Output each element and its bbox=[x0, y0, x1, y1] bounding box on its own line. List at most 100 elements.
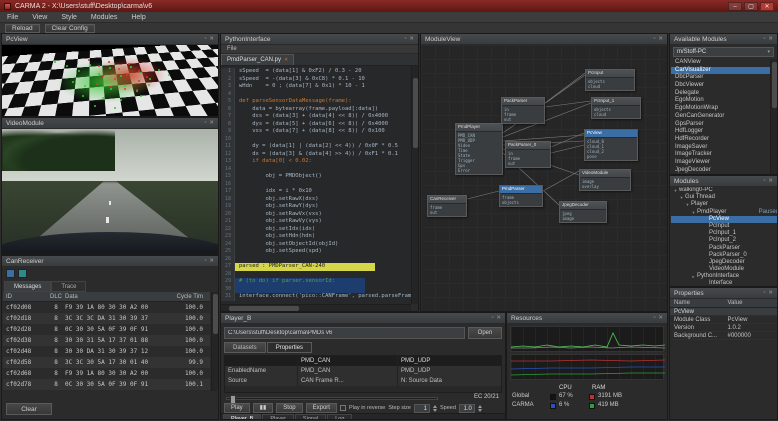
dataset-row[interactable]: EnabledName PMD_CAN PMD_UDP bbox=[225, 366, 501, 376]
tree-item[interactable]: ▾ Gui Thread bbox=[671, 194, 777, 201]
spinner-down-icon[interactable] bbox=[478, 409, 482, 412]
graph-node[interactable]: PcInput objects cloud bbox=[585, 69, 635, 91]
dataset-path-input[interactable] bbox=[224, 327, 465, 339]
properties-titlebar[interactable]: Properties ▫ ✕ bbox=[670, 288, 777, 299]
module-list-item[interactable]: GpsParser bbox=[671, 121, 770, 129]
float-icon[interactable]: ▫ bbox=[763, 290, 765, 296]
pythoninterface-titlebar[interactable]: PythonInterface ▫ ✕ bbox=[221, 34, 418, 45]
property-value[interactable]: PcView bbox=[724, 316, 778, 323]
module-list-item[interactable]: Delegate bbox=[671, 90, 770, 98]
float-icon[interactable]: ▫ bbox=[653, 315, 655, 321]
record-capture-icon[interactable] bbox=[18, 269, 27, 278]
expand-arrow-icon[interactable] bbox=[702, 223, 709, 230]
col-data[interactable]: Data bbox=[65, 292, 169, 301]
resources-titlebar[interactable]: Resources ▫ ✕ bbox=[507, 313, 667, 324]
module-list-item[interactable]: JpegDecoder bbox=[671, 167, 770, 174]
play-button[interactable]: Play bbox=[224, 403, 250, 413]
player-titlebar[interactable]: Player_B ▫ ✕ bbox=[221, 313, 505, 324]
canreceiver-tab[interactable]: Messages bbox=[4, 281, 51, 292]
tree-item[interactable]: ▾ PmdPlayer Paused bbox=[671, 209, 777, 216]
tree-item[interactable]: PackParser bbox=[671, 245, 777, 252]
play-in-reverse-checkbox[interactable] bbox=[340, 405, 346, 411]
col-id[interactable]: ID bbox=[3, 292, 47, 301]
dataset-row[interactable]: Source CAN Frame R... N: Source Data bbox=[225, 376, 501, 386]
spinner-up-icon[interactable] bbox=[433, 405, 437, 408]
menu-item[interactable]: File bbox=[0, 12, 25, 22]
tree-item[interactable]: PcInput_2 bbox=[671, 237, 777, 244]
graph-node[interactable]: PmdPlayer PMD_CAN PMD_UDP Video Time Sta… bbox=[455, 123, 503, 175]
module-list-item[interactable]: GenCanGenerator bbox=[671, 113, 770, 121]
export-button[interactable]: Export bbox=[306, 403, 337, 413]
speed-arrows[interactable] bbox=[478, 405, 482, 412]
window-titlebar[interactable]: CARMA 2 - X:\Users\stuff\Desktop\carma\v… bbox=[0, 0, 778, 12]
property-value[interactable]: #000000 bbox=[724, 332, 778, 339]
col-pmd-udp[interactable]: PMD_UDP bbox=[397, 356, 501, 366]
editor-vscrollbar[interactable] bbox=[411, 66, 418, 304]
scrollbar-thumb[interactable] bbox=[229, 306, 299, 311]
expand-arrow-icon[interactable] bbox=[702, 230, 709, 237]
col-value[interactable]: Value bbox=[724, 299, 778, 307]
spinner-down-icon[interactable] bbox=[433, 409, 437, 412]
module-list-item[interactable]: DbcParser bbox=[671, 74, 770, 82]
close-icon[interactable]: ✕ bbox=[768, 36, 773, 42]
moduleview-titlebar[interactable]: ModuleView ▫ ✕ bbox=[421, 34, 667, 45]
float-icon[interactable]: ▫ bbox=[204, 36, 206, 42]
tab-close-icon[interactable]: ✕ bbox=[284, 57, 288, 63]
tree-item[interactable]: PackParser_0 bbox=[671, 252, 777, 259]
tree-item[interactable]: ▸ PythonInterface bbox=[671, 273, 777, 280]
close-icon[interactable]: ✕ bbox=[209, 120, 214, 126]
toolbar-button[interactable]: Reload bbox=[5, 24, 40, 33]
module-list-item[interactable]: CarVisualizer bbox=[671, 67, 770, 75]
player-tab[interactable]: Properties bbox=[267, 342, 312, 353]
maximize-button[interactable]: ▢ bbox=[744, 2, 758, 11]
expand-arrow-icon[interactable] bbox=[702, 280, 709, 286]
can-table-row[interactable]: cf02d78 8 0C 30 30 5A 0F 39 0F 91 100.1 bbox=[3, 379, 210, 390]
module-list-item[interactable]: DbcViewer bbox=[671, 82, 770, 90]
pause-button[interactable]: ▮▮ bbox=[253, 403, 274, 413]
can-table-row[interactable]: cf02d08 8 F9 39 1A 80 30 30 A2 00 100.0 bbox=[3, 302, 210, 313]
editor-tab[interactable]: PmdParser_CAN.py ✕ bbox=[221, 54, 294, 65]
col-dlc[interactable]: DLC bbox=[47, 292, 65, 301]
float-icon[interactable]: ▫ bbox=[653, 36, 655, 42]
menu-item[interactable]: View bbox=[25, 12, 54, 22]
property-row[interactable]: Module Class PcView bbox=[670, 316, 777, 324]
code-editor[interactable]: 1 sSpeed = (data[1] & 0xF2) / 0.3 - 20 2… bbox=[221, 66, 411, 304]
close-icon[interactable]: ✕ bbox=[209, 36, 214, 42]
expand-arrow-icon[interactable] bbox=[702, 216, 709, 223]
graph-node[interactable]: VideoModule image overlay bbox=[579, 169, 631, 191]
videomodule-titlebar[interactable]: VideoModule ▫ ✕ bbox=[2, 118, 218, 129]
can-table-row[interactable]: cf02d28 8 0C 30 30 5A 0F 39 0F 91 100.0 bbox=[3, 324, 210, 335]
graph-node[interactable]: PackParser_0 in frame out bbox=[505, 141, 551, 168]
graph-node[interactable]: PcInput_1 objects cloud bbox=[591, 97, 641, 119]
close-button[interactable]: ✕ bbox=[760, 2, 774, 11]
expand-arrow-icon[interactable] bbox=[702, 266, 709, 273]
float-icon[interactable]: ▫ bbox=[491, 315, 493, 321]
tree-item[interactable]: ▾ walking0-PC bbox=[671, 187, 777, 194]
module-list-item[interactable]: EgoMotionWrap bbox=[671, 105, 770, 113]
module-list-item[interactable]: EgoMotion bbox=[671, 97, 770, 105]
col-pmd-can[interactable]: PMD_CAN bbox=[297, 356, 397, 366]
graph-node[interactable]: PmdParser frame objects bbox=[499, 185, 543, 207]
toolbar-button[interactable]: Clear Config bbox=[45, 24, 95, 33]
close-icon[interactable]: ✕ bbox=[658, 315, 663, 321]
step-size-stepper[interactable]: 1 bbox=[414, 404, 430, 413]
host-select[interactable]: m/Stoff-PC ▾ bbox=[673, 47, 774, 57]
spinner-up-icon[interactable] bbox=[478, 405, 482, 408]
close-icon[interactable]: ✕ bbox=[768, 290, 773, 296]
clear-button[interactable]: Clear bbox=[6, 403, 52, 415]
bottom-tab[interactable]: Log bbox=[327, 414, 352, 419]
can-table-scrollbar[interactable] bbox=[211, 292, 218, 391]
bottom-tab[interactable]: Signal bbox=[295, 414, 326, 419]
pcview-titlebar[interactable]: PcView ▫ ✕ bbox=[2, 34, 218, 45]
tree-item[interactable]: Interface bbox=[671, 280, 777, 286]
property-row[interactable]: Version 1.0.2 bbox=[670, 324, 777, 332]
can-table-row[interactable]: cf02d48 8 30 30 DA 31 30 39 37 12 100.0 bbox=[3, 346, 210, 357]
close-icon[interactable]: ✕ bbox=[658, 36, 663, 42]
graph-node[interactable]: CanReceiver frame out bbox=[427, 195, 467, 217]
expand-arrow-icon[interactable] bbox=[702, 245, 709, 252]
playback-slider[interactable] bbox=[226, 397, 438, 400]
expand-arrow-icon[interactable]: ▾ bbox=[672, 187, 679, 194]
scrollbar-thumb[interactable] bbox=[413, 78, 418, 148]
module-list-item[interactable]: ImageViewer bbox=[671, 159, 770, 167]
expand-arrow-icon[interactable]: ▸ bbox=[690, 273, 697, 280]
